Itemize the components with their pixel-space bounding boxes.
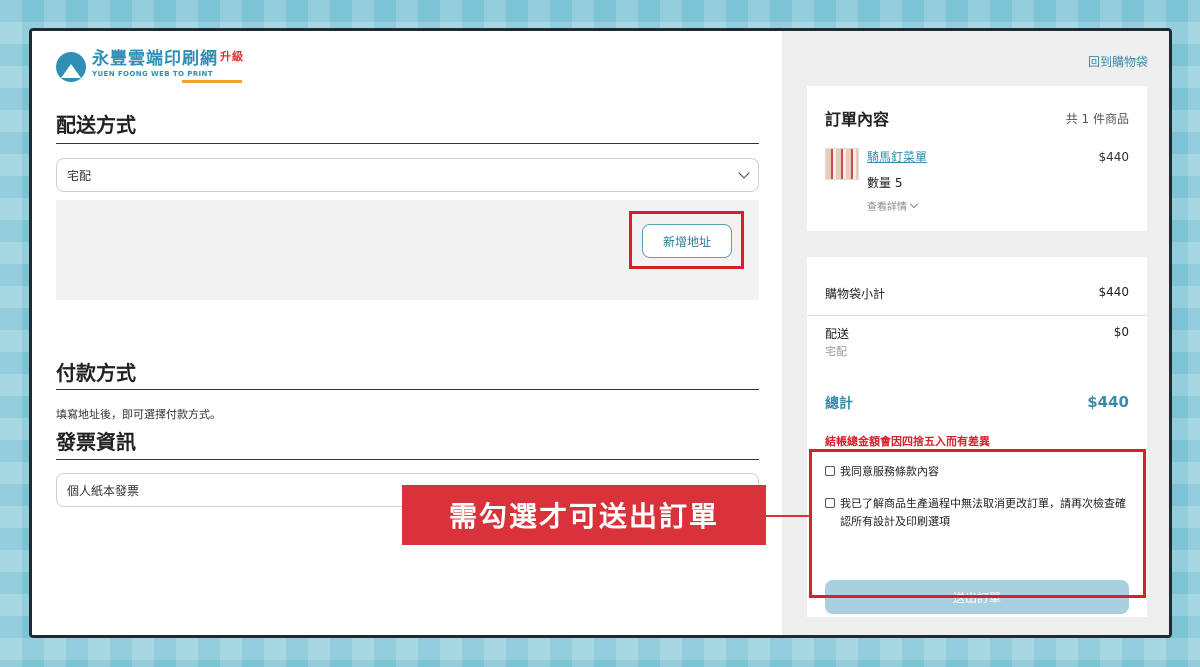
shipping-method: 宅配 [825, 345, 847, 358]
chevron-down-icon [738, 167, 750, 179]
invoice-divider [56, 459, 759, 460]
delivery-method-select[interactable]: 宅配 [56, 158, 759, 192]
shipping-row: 配送 $0 [825, 325, 1129, 342]
logo-badge: 升級 [220, 50, 244, 63]
summary-divider [807, 315, 1147, 316]
callout-label: 需勾選才可送出訂單 [402, 485, 766, 545]
logo-text: 永豐雲端印刷網 升級 YUEN FOONG WEB TO PRINT [92, 51, 244, 83]
order-content-card: 訂單內容 共 1 件商品 騎馬釘菜單 $440 數量 5 查看詳情 [807, 86, 1147, 231]
subtotal-label: 購物袋小計 [825, 287, 886, 301]
logo-sub-text: YUEN FOONG WEB TO PRINT [92, 70, 213, 78]
invoice-type-value: 個人紙本發票 [67, 483, 140, 498]
logo-main-text: 永豐雲端印刷網 [92, 49, 218, 69]
checkout-window: 永豐雲端印刷網 升級 YUEN FOONG WEB TO PRINT 配送方式 宅… [29, 28, 1172, 638]
subtotal-value: $440 [1098, 285, 1129, 299]
product-quantity: 數量 5 [867, 176, 903, 190]
order-item-count: 共 1 件商品 [1065, 112, 1129, 126]
product-name-link[interactable]: 騎馬釘菜單 [867, 148, 927, 165]
product-detail-label: 查看詳情 [867, 202, 907, 213]
delivery-divider [56, 143, 759, 144]
callout-connector [766, 515, 809, 517]
logo-swoosh [182, 80, 242, 83]
payment-title: 付款方式 [56, 361, 136, 385]
back-to-cart-link[interactable]: 回到購物袋 [1088, 53, 1148, 70]
shipping-value: $0 [1113, 325, 1129, 339]
invoice-title: 發票資訊 [56, 430, 136, 454]
mountain-logo-icon [56, 52, 86, 82]
total-value: $440 [1087, 393, 1129, 411]
total-label: 總計 [825, 396, 853, 412]
consent-highlight [809, 449, 1146, 598]
add-address-button[interactable]: 新增地址 [642, 224, 732, 258]
chevron-down-icon [909, 199, 919, 209]
total-row: 總計 $440 [825, 393, 1129, 413]
product-thumbnail[interactable] [825, 148, 859, 180]
brand-logo[interactable]: 永豐雲端印刷網 升級 YUEN FOONG WEB TO PRINT [56, 51, 244, 83]
delivery-method-value: 宅配 [67, 168, 92, 183]
product-detail-toggle[interactable]: 查看詳情 [867, 198, 919, 213]
payment-hint: 填寫地址後，即可選擇付款方式。 [56, 408, 221, 421]
rounding-note: 結帳總金額會因四捨五入而有差異 [825, 435, 990, 448]
subtotal-row: 購物袋小計 $440 [825, 285, 1129, 302]
order-sidebar: 回到購物袋 訂單內容 共 1 件商品 騎馬釘菜單 $440 數量 5 查看詳情 … [782, 31, 1169, 635]
payment-divider [56, 389, 759, 390]
order-title: 訂單內容 [825, 110, 890, 129]
product-price: $440 [1098, 150, 1129, 164]
delivery-title: 配送方式 [56, 113, 136, 137]
shipping-label: 配送 [825, 327, 850, 341]
